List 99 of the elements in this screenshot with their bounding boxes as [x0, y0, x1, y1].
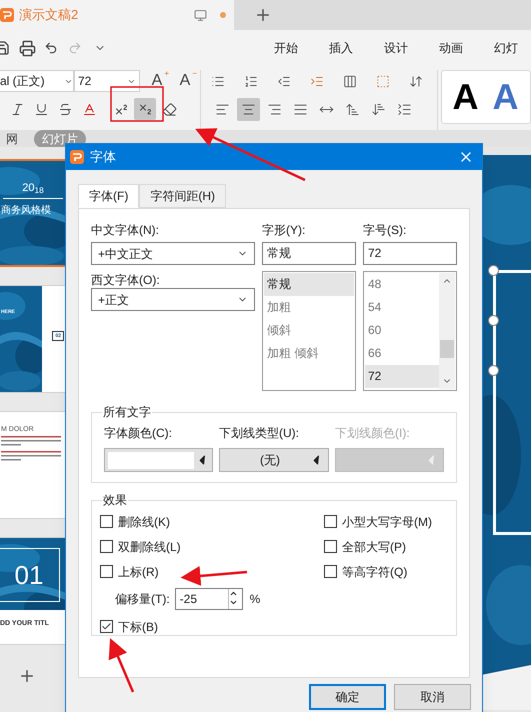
list-item[interactable]: 48 [365, 273, 439, 296]
panel-tab[interactable]: 网 [0, 130, 26, 148]
list-item[interactable]: 常规 [264, 273, 354, 296]
list-item[interactable]: 66 [365, 342, 439, 365]
checkbox[interactable] [100, 565, 113, 578]
annotation-arrow [180, 566, 248, 586]
slide-thumbnail[interactable]: 20$_{18}$ 商务风格模 [0, 159, 66, 267]
underline-icon [34, 102, 48, 116]
font-name-field[interactable]: al (正文) [0, 70, 74, 92]
alignment-icon [344, 102, 360, 117]
font-color-icon [82, 102, 96, 116]
list-item[interactable]: 54 [365, 296, 439, 319]
list-item[interactable]: 加粗 [264, 296, 354, 319]
style-sample[interactable]: A [452, 79, 478, 115]
style-sample[interactable]: A [492, 79, 518, 115]
app-logo-icon [0, 8, 14, 22]
ribbon-tab[interactable]: 幻灯 [494, 39, 518, 57]
ribbon-tab[interactable]: 设计 [384, 39, 408, 57]
dialog-tab[interactable]: 字符间距(H) [139, 184, 226, 208]
highlight-box [110, 86, 164, 122]
western-font-dropdown[interactable]: +正文 [91, 288, 255, 311]
paragraph-tool-icon[interactable] [342, 74, 357, 88]
monitor-icon[interactable] [194, 8, 207, 22]
ok-button[interactable]: 确定 [309, 684, 386, 710]
checkbox-option[interactable]: 全部大写(P) [324, 538, 432, 555]
size-list[interactable]: 48 54 60 66 72 [363, 271, 457, 391]
ribbon-tab[interactable]: 动画 [439, 39, 463, 57]
dialog-tab[interactable]: 字体(F) [78, 184, 140, 208]
checkbox-option[interactable]: 等高字符(Q) [324, 563, 432, 580]
cancel-button[interactable]: 取消 [394, 684, 471, 710]
alignment-icon [214, 102, 230, 117]
checkbox[interactable] [100, 620, 113, 633]
checkbox-option[interactable]: 小型大写字母(M) [324, 513, 432, 530]
superscript-icon [114, 102, 128, 116]
size-field[interactable]: 72 [363, 242, 457, 265]
subscript-icon [138, 102, 152, 116]
chinese-font-dropdown[interactable]: +中文正文 [91, 242, 255, 265]
checkbox-option[interactable]: 双删除线(L) [100, 538, 324, 555]
style-gallery[interactable]: A A [441, 70, 531, 124]
new-tab-icon[interactable] [254, 6, 272, 24]
slide-title: 商务风格模 [1, 204, 51, 218]
alignment-icon [370, 102, 386, 117]
italic-icon [10, 102, 24, 116]
add-slide-icon[interactable] [18, 667, 36, 685]
checkbox-option[interactable]: 删除线(K) [100, 513, 324, 530]
font-size-field[interactable]: 72 [74, 70, 140, 92]
subscript-button[interactable] [134, 98, 156, 120]
alignment-icon [396, 102, 412, 117]
spin-up-icon[interactable] [228, 589, 238, 598]
field-label: 字号(S): [363, 222, 408, 237]
ribbon-tab[interactable]: 插入 [329, 39, 353, 57]
checkbox[interactable] [100, 540, 113, 553]
alignment-icon [240, 102, 256, 117]
group-title: 效果 [102, 492, 128, 509]
offset-spinner[interactable]: -25 [174, 588, 243, 610]
clear-format-icon [162, 102, 176, 116]
checkbox-option[interactable]: 下标(B) [100, 618, 324, 635]
shrink-font-button[interactable]: A− [174, 73, 196, 89]
grow-font-button[interactable]: A+ [146, 73, 168, 89]
unit-label: % [250, 591, 260, 608]
checkbox[interactable] [324, 565, 337, 578]
paragraph-align-button[interactable] [236, 98, 260, 121]
list-item[interactable]: 加粗 倾斜 [264, 342, 354, 365]
font-color-dropdown[interactable] [104, 448, 213, 472]
scroll-thumb[interactable] [440, 340, 454, 358]
checkbox[interactable] [324, 515, 337, 528]
field-label: 下划线类型(U): [219, 425, 300, 442]
undo-icon[interactable] [44, 41, 58, 55]
ribbon-tab[interactable]: 开始 [274, 39, 298, 57]
underline-color-dropdown[interactable] [335, 448, 444, 472]
style-list[interactable]: 常规 加粗 倾斜 加粗 倾斜 [262, 271, 356, 391]
annotation-arrow [108, 638, 134, 692]
field-label: 西文字体(O): [91, 272, 161, 287]
field-label: 字体颜色(C): [104, 425, 173, 442]
field-label: 中文字体(N): [91, 222, 160, 237]
paragraph-tool-icon[interactable] [408, 74, 423, 88]
checkbox-option[interactable]: 上标(R) [100, 563, 324, 580]
checkbox[interactable] [324, 540, 337, 553]
slide-year: 20$_{18}$ [22, 183, 44, 194]
number-frame: 01 [0, 548, 60, 602]
spin-down-icon[interactable] [228, 598, 238, 607]
list-item[interactable]: 倾斜 [264, 319, 354, 342]
strikethrough-icon [58, 102, 72, 116]
field-label: 偏移量(T): [115, 591, 170, 608]
field-label: 字形(Y): [262, 222, 306, 237]
underline-type-dropdown[interactable]: (无) [219, 448, 329, 472]
app-logo-icon [70, 150, 84, 164]
paragraph-tool-icon[interactable] [244, 74, 258, 88]
dialog-title: 字体 [90, 148, 117, 166]
list-item[interactable]: 60 [365, 319, 439, 342]
print-icon[interactable] [19, 40, 36, 56]
field-label: 下划线颜色(I): [335, 425, 411, 442]
alignment-icon [292, 102, 308, 117]
style-field[interactable]: 常规 [262, 242, 356, 265]
list-item[interactable]: 72 [365, 365, 439, 388]
alignment-icon [266, 102, 282, 117]
group-title: 所有文字 [102, 404, 152, 421]
checkbox[interactable] [100, 515, 113, 528]
scrollbar[interactable] [439, 273, 455, 389]
